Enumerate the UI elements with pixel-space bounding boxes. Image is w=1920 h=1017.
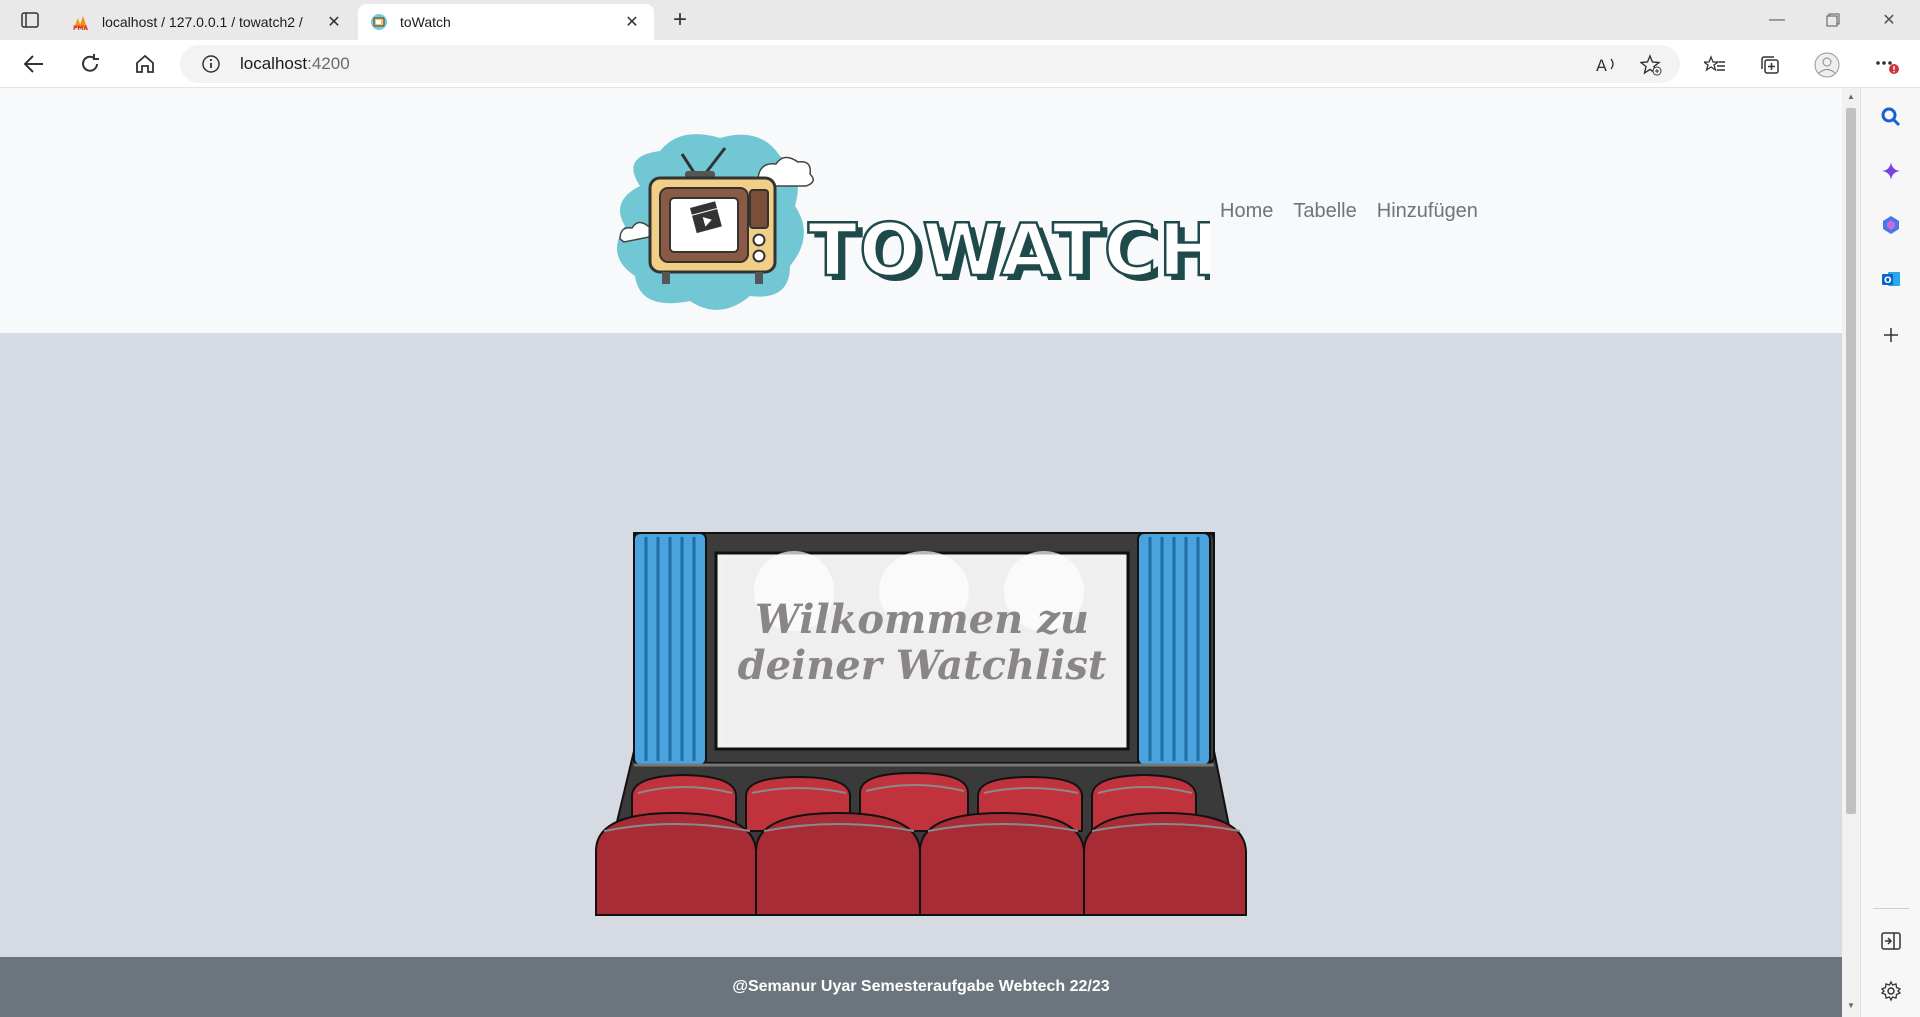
svg-text:PMA: PMA	[73, 25, 88, 30]
restore-button[interactable]	[1806, 0, 1860, 40]
svg-text:A: A	[1596, 56, 1607, 75]
towatch-logo[interactable]: TOWATCH TOWATCH	[600, 126, 1210, 316]
collections-icon[interactable]	[1755, 50, 1785, 80]
edge-sidebar: O	[1860, 88, 1920, 1017]
tab-phpmyadmin[interactable]: PMA localhost / 127.0.0.1 / towatch2 / ✕	[60, 4, 356, 40]
read-aloud-icon[interactable]: A	[1592, 50, 1622, 80]
copilot-sparkle-icon[interactable]	[1876, 156, 1906, 186]
tab-actions-icon	[21, 12, 39, 28]
home-button[interactable]	[127, 48, 163, 80]
new-tab-button[interactable]: +	[664, 6, 696, 34]
settings-more-icon[interactable]	[1872, 50, 1902, 80]
restore-icon	[1826, 13, 1840, 27]
browser-toolbar: localhost:4200 A	[0, 40, 1920, 88]
nav-tabelle-link[interactable]: Tabelle	[1293, 200, 1356, 223]
profile-avatar[interactable]	[1812, 50, 1842, 80]
back-arrow-icon	[23, 55, 43, 73]
scroll-down-icon[interactable]: ▼	[1846, 1001, 1856, 1011]
site-footer: @Semanur Uyar Semesteraufgabe Webtech 22…	[0, 957, 1842, 1017]
address-bar[interactable]: localhost:4200	[180, 45, 1680, 83]
site-header: TOWATCH TOWATCH Home Tabelle Hinzufügen	[0, 88, 1842, 333]
cinema-illustration: Wilkommen zu deiner Watchlist	[595, 532, 1247, 916]
refresh-icon	[82, 54, 99, 72]
web-page: TOWATCH TOWATCH Home Tabelle Hinzufügen …	[0, 88, 1842, 1017]
footer-text: @Semanur Uyar Semesteraufgabe Webtech 22…	[732, 978, 1110, 995]
url-host: localhost	[240, 54, 308, 73]
url-text: localhost:4200	[240, 54, 350, 74]
add-sidebar-app-icon[interactable]	[1876, 320, 1906, 350]
left-curtain	[633, 532, 707, 766]
close-tab-icon[interactable]: ✕	[622, 12, 642, 32]
search-icon[interactable]	[1876, 102, 1906, 132]
logo-wordmark: TOWATCH	[808, 208, 1210, 292]
close-tab-icon[interactable]: ✕	[324, 12, 344, 32]
scroll-thumb[interactable]	[1846, 108, 1856, 814]
url-port: :4200	[307, 54, 350, 73]
welcome-line-1: Wilkommen zu	[755, 596, 1089, 643]
nav-home-link[interactable]: Home	[1220, 200, 1273, 223]
towatch-favicon-icon	[370, 13, 388, 31]
favorites-icon[interactable]	[1700, 50, 1730, 80]
site-info-icon[interactable]	[200, 53, 222, 75]
tab-title: toWatch	[400, 14, 451, 30]
right-curtain	[1137, 532, 1211, 766]
nav-hinzufuegen-link[interactable]: Hinzufügen	[1377, 200, 1478, 223]
tab-title: localhost / 127.0.0.1 / towatch2 /	[102, 14, 303, 30]
sidebar-settings-gear-icon[interactable]	[1876, 976, 1906, 1006]
outlook-icon[interactable]: O	[1876, 264, 1906, 294]
refresh-button[interactable]	[72, 48, 108, 80]
page-scrollbar[interactable]: ▲ ▼	[1842, 88, 1860, 1017]
sidebar-divider	[1873, 908, 1909, 909]
svg-text:O: O	[1884, 276, 1892, 286]
home-icon	[136, 54, 154, 73]
site-nav: Home Tabelle Hinzufügen	[1220, 200, 1478, 223]
scroll-up-icon[interactable]: ▲	[1846, 92, 1856, 102]
add-favorite-icon[interactable]	[1636, 50, 1666, 80]
minimize-button[interactable]: —	[1750, 0, 1804, 40]
tab-actions-button[interactable]	[14, 8, 46, 32]
welcome-line-2: deiner Watchlist	[738, 642, 1107, 689]
tab-towatch[interactable]: toWatch ✕	[358, 4, 654, 40]
back-button[interactable]	[16, 48, 52, 80]
browser-tab-bar: PMA localhost / 127.0.0.1 / towatch2 / ✕…	[0, 0, 1920, 40]
m365-icon[interactable]	[1876, 210, 1906, 240]
hide-sidebar-icon[interactable]	[1876, 926, 1906, 956]
phpmyadmin-icon: PMA	[72, 13, 90, 31]
close-window-button[interactable]: ✕	[1862, 0, 1916, 40]
